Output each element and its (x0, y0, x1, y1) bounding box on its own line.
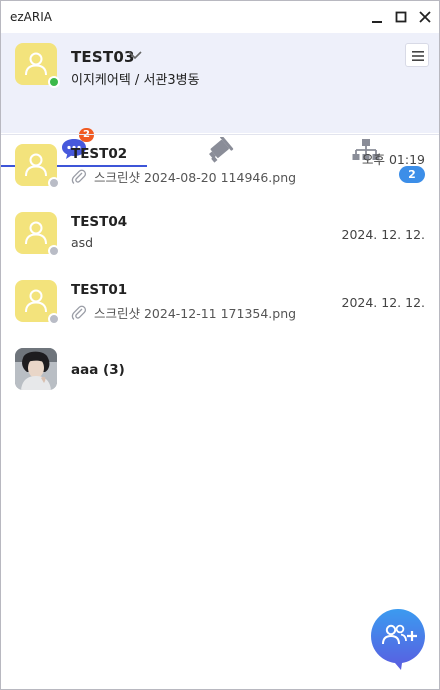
paperclip-icon (71, 305, 87, 320)
last-message: 스크린샷 2024-08-20 114946.png (71, 167, 296, 186)
chat-room-name: TEST02 (71, 146, 128, 162)
chat-room-name: TEST04 (71, 214, 128, 230)
unread-count-badge: 2 (399, 166, 425, 183)
chat-room-item[interactable]: TEST04 asd 2024. 12. 12. (1, 203, 439, 271)
hamburger-menu-icon (412, 51, 424, 61)
offline-status-dot (48, 245, 60, 257)
contact-avatar (15, 212, 60, 257)
my-name[interactable]: TEST03 (71, 48, 135, 66)
attachment-filename: 스크린샷 2024-08-20 114946.png (94, 170, 297, 185)
offline-status-dot (48, 313, 60, 325)
minimize-button[interactable] (367, 7, 387, 27)
chat-room-name: aaa (3) (71, 362, 125, 378)
chat-room-item[interactable]: TEST01 스크린샷 2024-12-11 171354.png 2024. … (1, 271, 439, 339)
attachment-filename: 스크린샷 2024-12-11 171354.png (94, 306, 297, 321)
last-message: 스크린샷 2024-12-11 171354.png (71, 303, 296, 322)
minimize-icon (372, 21, 382, 23)
menu-button[interactable] (405, 43, 429, 67)
contact-avatar (15, 280, 60, 325)
user-icon (25, 221, 47, 245)
profile-photo (15, 348, 57, 390)
paperclip-icon (71, 169, 87, 184)
title-bar[interactable]: ezARIA (1, 1, 439, 33)
close-button[interactable] (415, 7, 435, 27)
maximize-button[interactable] (391, 7, 411, 27)
contact-avatar (15, 144, 60, 189)
group-photo-avatar (15, 348, 57, 390)
offline-status-dot (48, 177, 60, 189)
user-icon (25, 153, 47, 177)
user-icon (25, 289, 47, 313)
maximize-icon (395, 11, 407, 23)
chevron-down-icon[interactable] (127, 49, 143, 61)
message-date: 2024. 12. 12. (341, 227, 426, 242)
new-chat-button[interactable] (370, 608, 426, 670)
my-department: 이지케어텍 / 서관3병동 (71, 73, 200, 88)
message-date: 2024. 12. 12. (341, 295, 426, 310)
add-group-chat-icon (371, 609, 425, 670)
my-avatar[interactable] (15, 43, 60, 88)
chat-room-item[interactable]: TEST02 스크린샷 2024-08-20 114946.png 오후 01:… (1, 135, 439, 203)
app-window: ezARIA TEST03 이지케어텍 / 서관3병동 TEST02 스크린샷 … (0, 0, 440, 690)
user-icon (25, 52, 47, 76)
online-status-dot (48, 76, 60, 88)
profile-header: TEST03 이지케어텍 / 서관3병동 2 (1, 33, 439, 167)
window-title: ezARIA (10, 10, 52, 24)
chat-room-item[interactable]: aaa (3) (1, 339, 439, 407)
close-icon (419, 11, 431, 23)
chat-room-name: TEST01 (71, 282, 128, 298)
last-message: asd (71, 235, 94, 250)
